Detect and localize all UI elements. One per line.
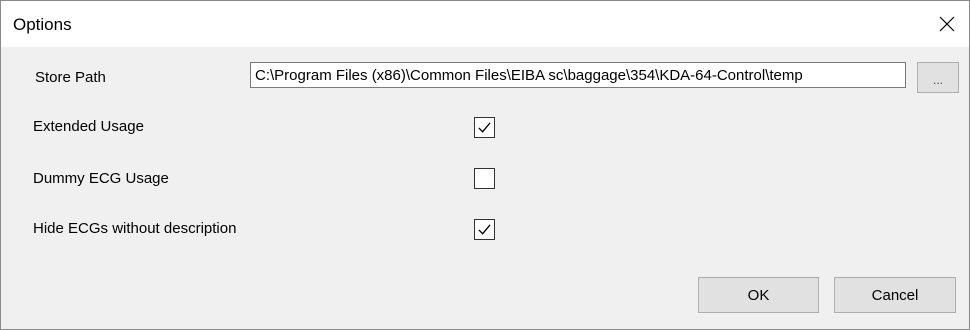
dialog-title: Options: [13, 15, 72, 34]
title-bar: Options: [1, 1, 969, 47]
close-button[interactable]: [931, 9, 963, 39]
hide-ecgs-checkbox[interactable]: [474, 219, 495, 240]
checkmark-icon: [478, 122, 491, 133]
extended-usage-checkbox[interactable]: [474, 117, 495, 138]
close-icon: [939, 16, 955, 32]
option-label-dummy-ecg-usage: Dummy ECG Usage: [33, 170, 169, 187]
option-label-hide-ecgs: Hide ECGs without description: [33, 220, 237, 237]
ok-button[interactable]: OK: [698, 277, 819, 313]
option-label-extended-usage: Extended Usage: [33, 118, 144, 135]
checkmark-icon: [478, 224, 491, 235]
dummy-ecg-usage-checkbox[interactable]: [474, 168, 495, 189]
options-dialog: Options Store Path ... Extended Usage Du…: [0, 0, 970, 330]
browse-button[interactable]: ...: [917, 62, 959, 93]
cancel-button[interactable]: Cancel: [834, 277, 956, 313]
store-path-label: Store Path: [35, 69, 106, 86]
store-path-input[interactable]: [250, 62, 906, 88]
